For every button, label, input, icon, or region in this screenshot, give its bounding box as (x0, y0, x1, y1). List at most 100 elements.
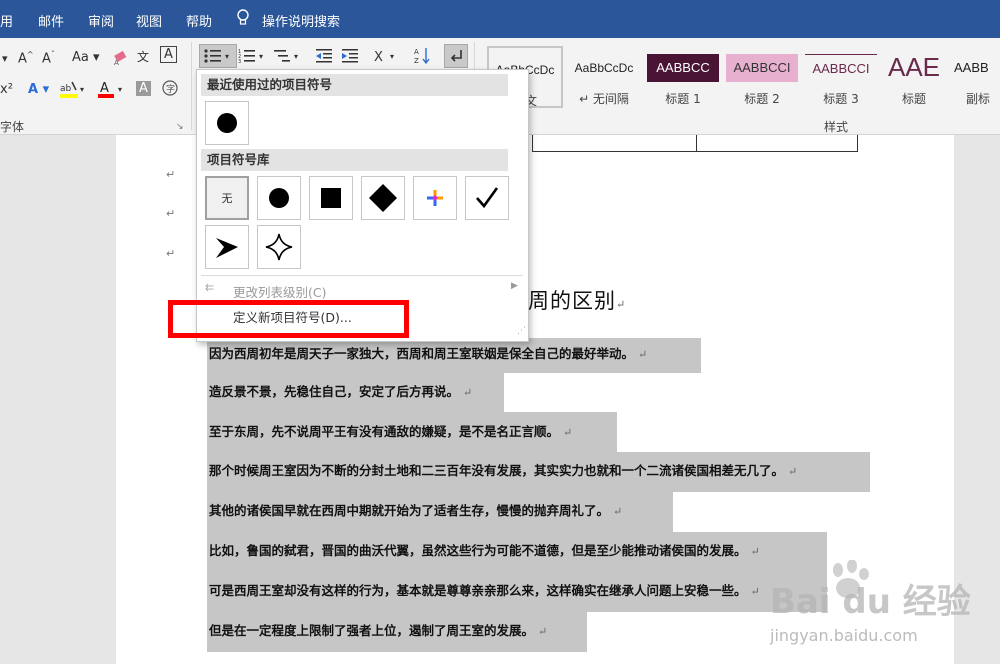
document-paragraph[interactable]: 那个时候周王室因为不断的分封土地和二三百年没有发展，其实实力也就和一个二流诸侯国… (209, 460, 797, 479)
change-case-button[interactable]: Aa ▾ (72, 50, 100, 65)
styles-group-label: 样式 (824, 120, 849, 134)
svg-text:字: 字 (166, 83, 175, 95)
watermark-brand: Bai du 经验 (770, 582, 971, 622)
bullet-none[interactable]: 无 (205, 176, 249, 220)
bullet-filled-diamond[interactable] (361, 176, 405, 220)
char-shading-icon[interactable]: A (136, 81, 151, 96)
document-paragraph[interactable]: 其他的诸侯国早就在西周中期就开始为了适者生存，慢慢的抛弃周礼了。 ↵ (209, 500, 622, 519)
style-subtitle[interactable]: AABB 副标 (948, 46, 1000, 108)
style-heading-2[interactable]: AABBCCI 标题 2 (724, 46, 800, 108)
svg-text:A: A (100, 81, 109, 96)
style-preview: AaBbCcDc (574, 61, 634, 75)
document-paragraph[interactable]: 比如，鲁国的弑君，晋国的曲沃代翼，虽然这些行为可能不道德，但是至少能推动诸侯国的… (209, 540, 760, 559)
numbering-icon[interactable]: 1 2 3 ▾ (238, 48, 268, 68)
menu-item-help[interactable]: 帮助 (186, 11, 212, 30)
document-paragraph[interactable]: 因为西周初年是周天子一家独大，西周和周王室联姻是保全自己的最好举动。 ↵ (209, 343, 647, 362)
document-paragraph[interactable]: 但是在一定程度上限制了强者上位，遏制了周王室的发展。 ↵ (209, 620, 547, 639)
arrowhead-icon (216, 238, 238, 258)
style-preview: AABBCC (647, 54, 719, 82)
menu-item-view[interactable]: 视图 (136, 11, 162, 30)
font-color-icon[interactable]: A ▾ (98, 80, 126, 104)
ribbon-separator (191, 42, 192, 130)
shrink-font-button[interactable]: Aˇ (42, 50, 55, 66)
superscript-button[interactable]: x² (0, 82, 13, 97)
style-name: 标题 1 (665, 92, 701, 106)
filled-square-icon (321, 188, 341, 208)
bullets-button[interactable]: ▾ (199, 44, 237, 68)
document-paragraph[interactable]: 造反景不景，先稳住自己，安定了后方再说。 ↵ (209, 381, 472, 400)
style-name: 标题 (901, 92, 926, 106)
svg-text:3: 3 (238, 59, 241, 64)
increase-indent-icon[interactable] (342, 48, 360, 68)
tell-me-search[interactable]: 操作说明搜索 (262, 11, 340, 30)
bullet-arrowhead[interactable] (205, 225, 249, 269)
style-heading-1[interactable]: AABBCC 标题 1 (645, 46, 721, 108)
bullet-checkmark[interactable] (465, 176, 509, 220)
color-arrow-icon (427, 190, 443, 206)
four-point-star-icon (265, 233, 293, 261)
watermark-url: jingyan.baidu.com (770, 626, 918, 645)
recent-bullets-header: 最近使用过的项目符号 (201, 74, 508, 96)
style-heading-3[interactable]: AABBCCI 标题 3 (803, 46, 879, 108)
svg-text:A: A (414, 48, 419, 56)
paragraph-mark: ↵ (166, 247, 176, 260)
submenu-arrow-icon: ▶ (511, 281, 518, 291)
style-name: 标题 3 (823, 92, 859, 106)
change-level-icon: ⇇ (205, 281, 215, 294)
filled-diamond-icon (369, 184, 397, 212)
change-list-level-item: 更改列表级别(C) (233, 285, 327, 300)
svg-text:▾: ▾ (225, 52, 229, 61)
menu-item-mailings[interactable]: 邮件 (38, 11, 64, 30)
highlight-color-icon[interactable]: ab ▾ (60, 80, 86, 104)
paragraph-mark: ↵ (615, 298, 627, 311)
style-name: 副标 (966, 92, 991, 106)
resize-grip-icon[interactable]: ⋰ (517, 326, 526, 336)
bullet-none-label: 无 (221, 192, 233, 205)
grow-font-button[interactable]: A^ (18, 50, 34, 66)
bullet-recent-circle[interactable] (205, 101, 249, 145)
enclose-char-icon[interactable]: 字 (162, 80, 178, 100)
font-group-label: 字体 (0, 120, 25, 134)
menu-item-review[interactable]: 审阅 (88, 11, 114, 30)
annotation-highlight-box (168, 300, 409, 338)
document-heading: X周的区别↵ (512, 285, 626, 315)
svg-text:▾: ▾ (80, 85, 84, 94)
svg-text:▾: ▾ (390, 52, 394, 61)
svg-text:ab: ab (60, 84, 72, 94)
paragraph-mark: ↵ (166, 207, 176, 220)
phonetic-guide-icon[interactable]: 文 (137, 48, 149, 65)
svg-text:▾: ▾ (294, 52, 298, 61)
font-dialog-launcher-icon[interactable]: ↘ (176, 122, 184, 132)
lightbulb-icon (236, 9, 250, 31)
bullet-filled-square[interactable] (309, 176, 353, 220)
clear-format-icon[interactable]: A (112, 48, 130, 70)
chinese-layout-icon[interactable]: X ▾ (374, 48, 400, 68)
svg-text:▾: ▾ (118, 85, 122, 94)
style-title[interactable]: AAE 标题 (876, 46, 952, 108)
font-size-dropdown-arrow[interactable]: ▾ (2, 52, 8, 65)
table-fragment (532, 135, 858, 152)
text-effects-button[interactable]: A ▾ (28, 82, 49, 97)
style-preview: AABB (954, 60, 989, 75)
filled-circle-icon (269, 188, 289, 208)
char-border-icon[interactable]: A (160, 46, 177, 63)
show-marks-icon[interactable] (444, 44, 468, 68)
style-preview: AABBCCI (805, 54, 877, 82)
document-paragraph[interactable]: 至于东周，先不说周平王有没有通敌的嫌疑，是不是名正言顺。 ↵ (209, 421, 572, 440)
bullet-color-arrow[interactable] (413, 176, 457, 220)
svg-text:A: A (114, 59, 119, 66)
filled-circle-icon (217, 113, 237, 133)
style-preview: AAE (887, 52, 941, 82)
menu-item-reference[interactable]: 用 (0, 11, 13, 30)
style-no-spacing[interactable]: AaBbCcDc ↵ 无间隔 (566, 46, 642, 108)
sort-icon[interactable]: AZ (414, 46, 432, 70)
decrease-indent-icon[interactable] (316, 48, 334, 68)
multilevel-list-icon[interactable]: ▾ (274, 48, 304, 68)
bullet-filled-circle[interactable] (257, 176, 301, 220)
document-paragraph[interactable]: 可是西周王室却没有这样的行为，基本就是尊尊亲亲那么来，这样确实在继承人问题上安稳… (209, 580, 760, 599)
style-name: 标题 2 (744, 92, 780, 106)
bullet-four-point-star[interactable] (257, 225, 301, 269)
baidu-jingyan-watermark: Bai du 经验 jingyan.baidu.com (770, 560, 995, 655)
checkmark-icon (476, 187, 499, 209)
paragraph-mark: ↵ (166, 168, 176, 181)
